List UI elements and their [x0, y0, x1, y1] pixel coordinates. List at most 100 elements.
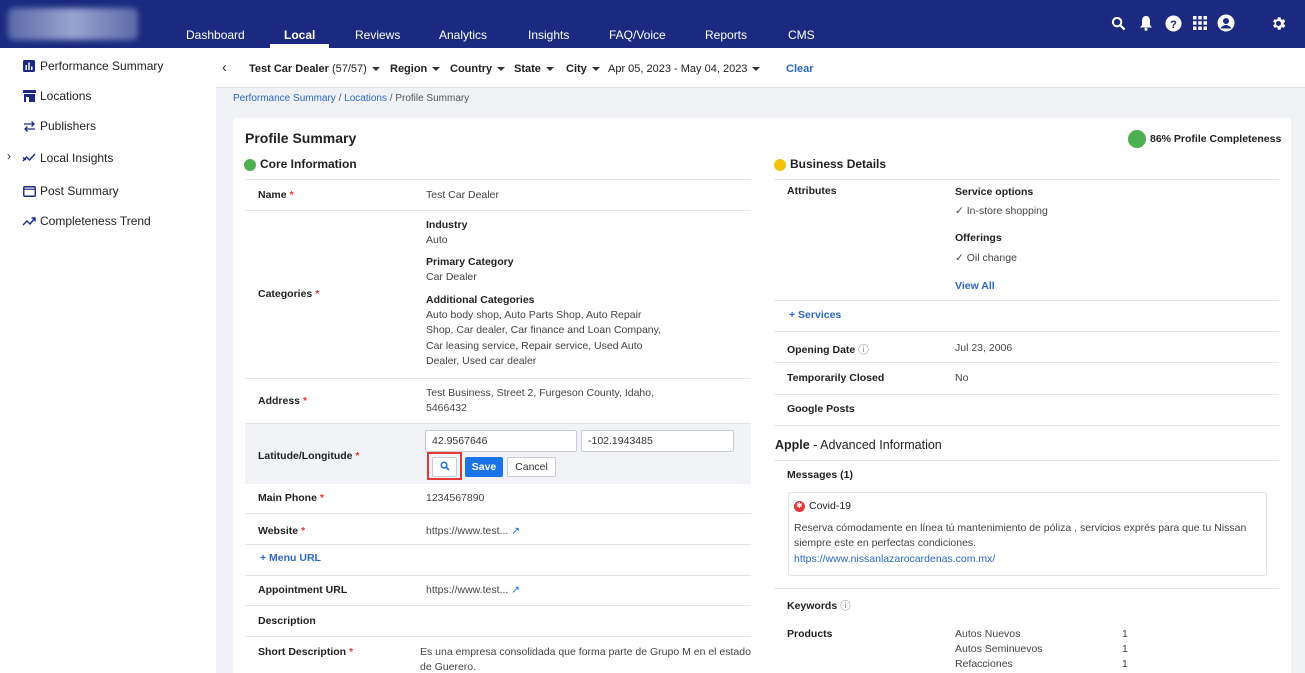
industry-value: Auto: [426, 234, 448, 246]
breadcrumb-performance-summary[interactable]: Performance Summary: [233, 93, 336, 104]
product-name: Autos Nuevos: [955, 628, 1021, 640]
breadcrumb-locations[interactable]: Locations: [344, 93, 387, 104]
service-options-value: ✓ In-store shopping: [955, 205, 1048, 217]
name-value: Test Car Dealer: [426, 189, 499, 201]
main-phone-label: Main Phone *: [258, 492, 324, 504]
opening-date-value: Jul 23, 2006: [955, 342, 1013, 354]
sidebar-item-label: Post Summary: [40, 184, 119, 198]
add-services-link[interactable]: + Services: [789, 309, 841, 321]
clear-filters-link[interactable]: Clear: [786, 63, 814, 75]
external-link-icon[interactable]: ↗: [511, 584, 520, 596]
temporarily-closed-label: Temporarily Closed: [787, 372, 885, 384]
offerings-value: ✓ Oil change: [955, 252, 1017, 264]
info-icon[interactable]: ⓘ: [858, 344, 869, 356]
apps-grid-icon[interactable]: [1191, 14, 1209, 32]
nav-local[interactable]: Local: [269, 0, 330, 48]
appointment-url-value[interactable]: https://www.test... ↗: [426, 583, 520, 598]
sidebar-item-post-summary[interactable]: Post Summary: [22, 184, 119, 198]
short-description-label: Short Description *: [258, 646, 354, 658]
sidebar-item-performance-summary[interactable]: Performance Summary: [22, 59, 163, 73]
nav-reports[interactable]: Reports: [705, 0, 747, 48]
appointment-url-label: Appointment URL: [258, 584, 348, 596]
messages-label: Messages (1): [787, 469, 853, 481]
categories-label: Categories *: [258, 288, 320, 300]
location-count: (57/57): [331, 63, 367, 75]
nav-dashboard[interactable]: Dashboard: [186, 0, 245, 48]
search-location-button[interactable]: [432, 457, 457, 477]
keywords-label: Keywords ⓘ: [787, 600, 851, 612]
info-icon[interactable]: ⓘ: [840, 600, 851, 612]
status-dot-icon: [774, 158, 786, 171]
core-information-heading: Core Information: [244, 157, 357, 171]
search-icon[interactable]: [1109, 14, 1127, 32]
product-name: Autos Seminuevos: [955, 643, 1043, 655]
city-filter[interactable]: City: [566, 63, 600, 75]
description-label: Description: [258, 615, 316, 627]
nav-analytics[interactable]: Analytics: [439, 0, 487, 48]
address-label: Address *: [258, 395, 308, 407]
latitude-input[interactable]: [425, 430, 577, 452]
sidebar: [0, 48, 216, 673]
core-information-title: Core Information: [260, 157, 357, 171]
profile-completeness: 86% Profile Completeness: [1128, 130, 1281, 148]
caret-down-icon: [371, 67, 380, 72]
date-range-label: Apr 05, 2023 - May 04, 2023: [608, 63, 748, 75]
location-filter[interactable]: Test Car Dealer (57/57): [249, 63, 380, 75]
message-body-line: Reserva cómodamente en línea tú mantenim…: [794, 522, 1247, 534]
website-label: Website *: [258, 525, 306, 537]
save-button[interactable]: Save: [465, 457, 503, 477]
product-count: 1: [1122, 658, 1128, 670]
apple-heading-rest: - Advanced Information: [809, 438, 942, 452]
store-icon: [22, 89, 36, 103]
additional-categories-line: Dealer, Used car dealer: [426, 355, 537, 367]
nav-faq-voice[interactable]: FAQ/Voice: [609, 0, 666, 48]
sidebar-item-locations[interactable]: Locations: [22, 89, 91, 103]
nav-reviews[interactable]: Reviews: [355, 0, 400, 48]
state-filter[interactable]: State: [514, 63, 554, 75]
view-all-link[interactable]: View All: [955, 280, 995, 292]
latlng-label: Latitude/Longitude *: [258, 450, 360, 462]
business-details-heading: Business Details: [774, 157, 886, 171]
external-link-icon[interactable]: ↗: [511, 525, 520, 537]
service-options-label: Service options: [955, 186, 1034, 198]
svg-text:?: ?: [1170, 18, 1177, 30]
nav-cms[interactable]: CMS: [788, 0, 815, 48]
cancel-button[interactable]: Cancel: [507, 457, 556, 477]
collapse-chevron-left-icon[interactable]: ‹: [222, 59, 227, 76]
additional-categories-line: Shop, Car dealer, Car finance and Loan C…: [426, 324, 662, 336]
swap-arrows-icon: [22, 119, 36, 133]
account-icon[interactable]: [1217, 14, 1235, 32]
sidebar-item-local-insights[interactable]: Local Insights: [22, 151, 113, 165]
caret-down-icon: [591, 67, 600, 72]
bell-icon[interactable]: [1137, 14, 1155, 32]
longitude-input[interactable]: [581, 430, 734, 452]
trending-up-icon: [22, 214, 36, 228]
product-name: Refacciones: [955, 658, 1013, 670]
breadcrumb-separator: /: [389, 93, 393, 104]
nav-insights[interactable]: Insights: [528, 0, 569, 48]
industry-label: Industry: [426, 219, 468, 231]
help-icon[interactable]: ?: [1164, 14, 1182, 32]
address-line: 5466432: [426, 402, 467, 414]
add-menu-url-link[interactable]: + Menu URL: [260, 552, 321, 564]
brand-logo[interactable]: [8, 8, 138, 40]
sidebar-item-completeness-trend[interactable]: Completeness Trend: [22, 214, 151, 228]
address-line: Test Business, Street 2, Furgeson County…: [426, 387, 655, 399]
website-value[interactable]: https://www.test... ↗: [426, 524, 520, 539]
offerings-label: Offerings: [955, 232, 1002, 244]
main-phone-value: 1234567890: [426, 492, 485, 504]
opening-date-label: Opening Date ⓘ: [787, 344, 869, 356]
additional-categories-line: Car leasing service, Repair service, Use…: [426, 340, 643, 352]
covid-alert-icon: ✱: [794, 500, 805, 512]
additional-categories-line: Auto body shop, Auto Parts Shop, Auto Re…: [426, 309, 642, 321]
sidebar-item-publishers[interactable]: Publishers: [22, 119, 96, 133]
date-range-filter[interactable]: Apr 05, 2023 - May 04, 2023: [608, 63, 761, 75]
region-filter[interactable]: Region: [390, 63, 441, 75]
message-link[interactable]: https://www.nissanlazarocardenas.com.mx/: [794, 553, 995, 565]
settings-gear-icon[interactable]: [1269, 14, 1287, 32]
apple-heading-bold: Apple: [775, 438, 810, 452]
primary-category-label: Primary Category: [426, 256, 514, 268]
completeness-indicator: [1128, 130, 1146, 148]
chevron-right-icon[interactable]: ›: [7, 149, 11, 163]
country-filter[interactable]: Country: [450, 63, 506, 75]
